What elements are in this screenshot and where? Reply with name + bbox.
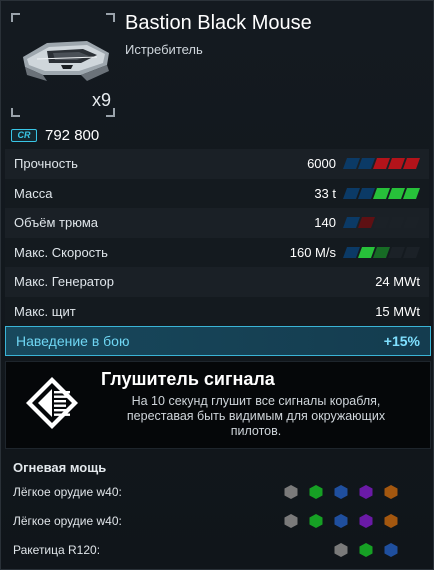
frame-corner [11, 108, 20, 117]
weapon-label: Лёгкое орудие w40: [13, 514, 122, 528]
stat-bars [342, 217, 421, 229]
stat-bars [342, 187, 421, 199]
stat-bars [342, 246, 421, 258]
weapon-label: Лёгкое орудие w40: [13, 485, 122, 499]
stat-row-durability: Прочность 6000 [5, 149, 429, 179]
stats-list: Прочность 6000 Масса 33 t Объём трюма 14… [5, 149, 429, 326]
weapon-slots [283, 484, 399, 500]
firepower-heading: Огневая мощь [13, 460, 107, 475]
weapon-label: Ракетица R120: [13, 543, 101, 557]
stat-label: Прочность [14, 156, 78, 172]
weapon-slot-hex-icon[interactable] [283, 513, 299, 529]
ship-class: Истребитель [125, 42, 203, 57]
ship-thumbnail[interactable]: x9 [11, 13, 115, 117]
weapon-slots [283, 513, 399, 529]
stat-row-generator: Макс. Генератор 24 MWt [5, 267, 429, 297]
stat-bar-segment [402, 217, 421, 229]
ability-card[interactable]: Глушитель сигнала На 10 секунд глушит вс… [5, 361, 431, 449]
weapon-slot-hex-icon[interactable] [333, 513, 349, 529]
stat-label: Макс. Скорость [14, 244, 108, 260]
stat-value: 160 M/s [289, 244, 336, 260]
weapon-slot-hex-icon[interactable] [383, 513, 399, 529]
ship-name: Bastion Black Mouse [125, 12, 312, 34]
stat-value: 6000 [307, 156, 336, 172]
stat-value: 33 t [314, 185, 336, 201]
bonus-value: +15% [383, 333, 420, 349]
ship-count: x9 [91, 90, 111, 110]
weapon-slot-hex-icon[interactable] [358, 484, 374, 500]
weapon-slot-hex-icon[interactable] [358, 542, 374, 558]
stat-value: 15 MWt [375, 303, 420, 319]
stat-label: Масса [14, 185, 53, 201]
stat-label: Объём трюма [14, 215, 98, 231]
weapon-slots [333, 542, 399, 558]
signal-jammer-icon [26, 377, 78, 429]
credits-icon: CR [11, 128, 37, 142]
frame-corner [106, 13, 115, 22]
weapon-slot-hex-icon[interactable] [358, 513, 374, 529]
ship-price: 792 800 [45, 126, 100, 144]
ship-icon [23, 41, 109, 81]
ability-title: Глушитель сигнала [101, 369, 275, 389]
stat-label: Макс. Генератор [14, 274, 115, 290]
ship-header: x9 Bastion Black Mouse Истребитель [1, 1, 433, 121]
weapon-row: Лёгкое орудие w40: [13, 511, 425, 531]
weapon-slot-hex-icon[interactable] [333, 484, 349, 500]
stat-row-cargo: Объём трюма 140 [5, 208, 429, 238]
ship-info-panel: x9 Bastion Black Mouse Истребитель CR 79… [0, 0, 434, 570]
stat-value: 24 MWt [375, 274, 420, 290]
weapon-slot-hex-icon[interactable] [333, 542, 349, 558]
stat-bar-segment [402, 158, 421, 170]
weapon-slot-hex-icon[interactable] [308, 484, 324, 500]
weapon-row: Ракетица R120: [13, 540, 425, 560]
price-row: CR 792 800 [11, 125, 99, 145]
stat-row-speed: Макс. Скорость 160 M/s [5, 237, 429, 267]
stat-label: Макс. щит [14, 303, 76, 319]
weapon-row: Лёгкое орудие w40: [13, 482, 425, 502]
stat-bars [342, 158, 421, 170]
bonus-label: Наведение в бою [16, 333, 130, 349]
weapon-slot-hex-icon[interactable] [383, 542, 399, 558]
stat-row-mass: Масса 33 t [5, 178, 429, 208]
stat-row-shield: Макс. щит 15 MWt [5, 296, 429, 326]
weapon-slot-hex-icon[interactable] [283, 484, 299, 500]
weapon-slot-hex-icon[interactable] [308, 513, 324, 529]
frame-corner [11, 13, 20, 22]
stat-bar-segment [402, 187, 421, 199]
stat-value: 140 [314, 215, 336, 231]
stat-bar-segment [402, 246, 421, 258]
weapon-slot-hex-icon[interactable] [383, 484, 399, 500]
combat-targeting-bonus[interactable]: Наведение в бою +15% [5, 326, 431, 356]
ability-description: На 10 секунд глушит все сигналы корабля,… [126, 394, 386, 438]
